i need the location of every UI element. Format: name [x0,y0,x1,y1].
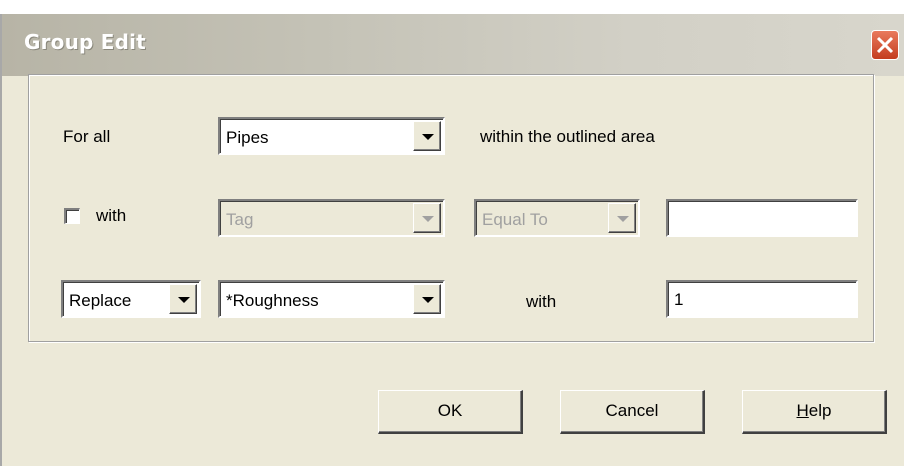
object-type-select[interactable]: Pipes [218,117,445,155]
filter-value-input[interactable] [666,199,858,237]
object-type-value: Pipes [226,128,269,147]
filter-property-select[interactable]: Tag [218,199,445,237]
action-dropdown-button[interactable] [169,284,197,314]
help-button-mnemonic: H [796,401,809,420]
filter-checkbox[interactable] [64,208,80,224]
replacement-value-input[interactable]: 1 [666,280,858,318]
filter-property-dropdown-button[interactable] [413,203,441,233]
chevron-down-icon [422,134,434,140]
filter-with-label: with [96,206,127,225]
help-button-label-rest: elp [808,401,832,420]
filter-relation-dropdown-button[interactable] [608,203,636,233]
chevron-down-icon [422,216,434,222]
replace-with-label: with [526,292,557,311]
action-value: Replace [69,291,132,310]
edit-property-dropdown-button[interactable] [413,284,441,314]
title-bar[interactable]: Group Edit [2,14,904,76]
chevron-down-icon [617,216,629,222]
within-area-label: within the outlined area [480,127,655,146]
action-select[interactable]: Replace [61,280,201,318]
close-icon [876,36,894,54]
chevron-down-icon [422,297,434,303]
chevron-down-icon [178,297,190,303]
for-all-label: For all [63,127,111,146]
filter-property-value: Tag [226,210,254,229]
cancel-button[interactable]: Cancel [560,390,705,434]
object-type-dropdown-button[interactable] [413,121,441,151]
filter-relation-select[interactable]: Equal To [474,199,640,237]
window-title: Group Edit [24,30,146,54]
edit-property-value: *Roughness [226,291,319,310]
ok-button[interactable]: OK [378,390,523,434]
close-button[interactable] [871,30,899,60]
edit-property-select[interactable]: *Roughness [218,280,445,318]
filter-relation-value: Equal To [482,210,548,229]
help-button[interactable]: Help [742,390,887,434]
